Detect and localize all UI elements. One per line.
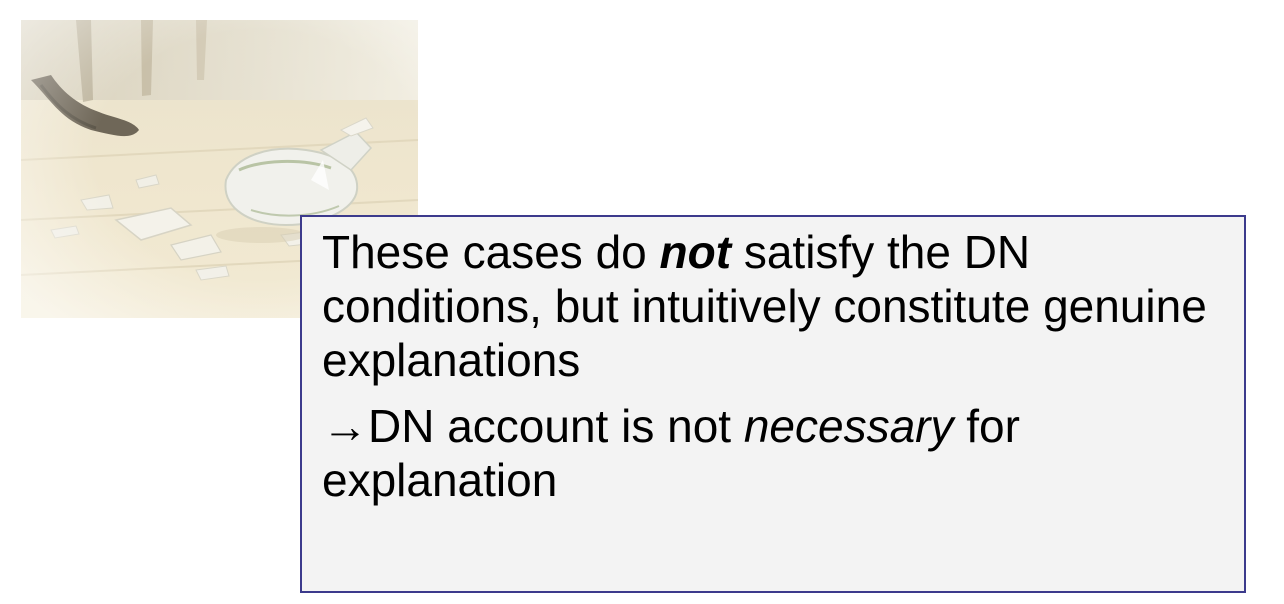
conclusion-statement: →DN account is not necessary for explana… bbox=[322, 399, 1224, 507]
emphasis-not: not bbox=[659, 226, 732, 278]
emphasis-necessary: necessary bbox=[743, 400, 954, 452]
cases-statement: These cases do not satisfy the DN condit… bbox=[322, 225, 1224, 387]
right-arrow-icon: → bbox=[322, 400, 368, 452]
conclusion-start: DN account is not bbox=[368, 400, 744, 452]
explanation-text-box: These cases do not satisfy the DN condit… bbox=[300, 215, 1246, 593]
cases-statement-start: These cases do bbox=[322, 226, 660, 278]
